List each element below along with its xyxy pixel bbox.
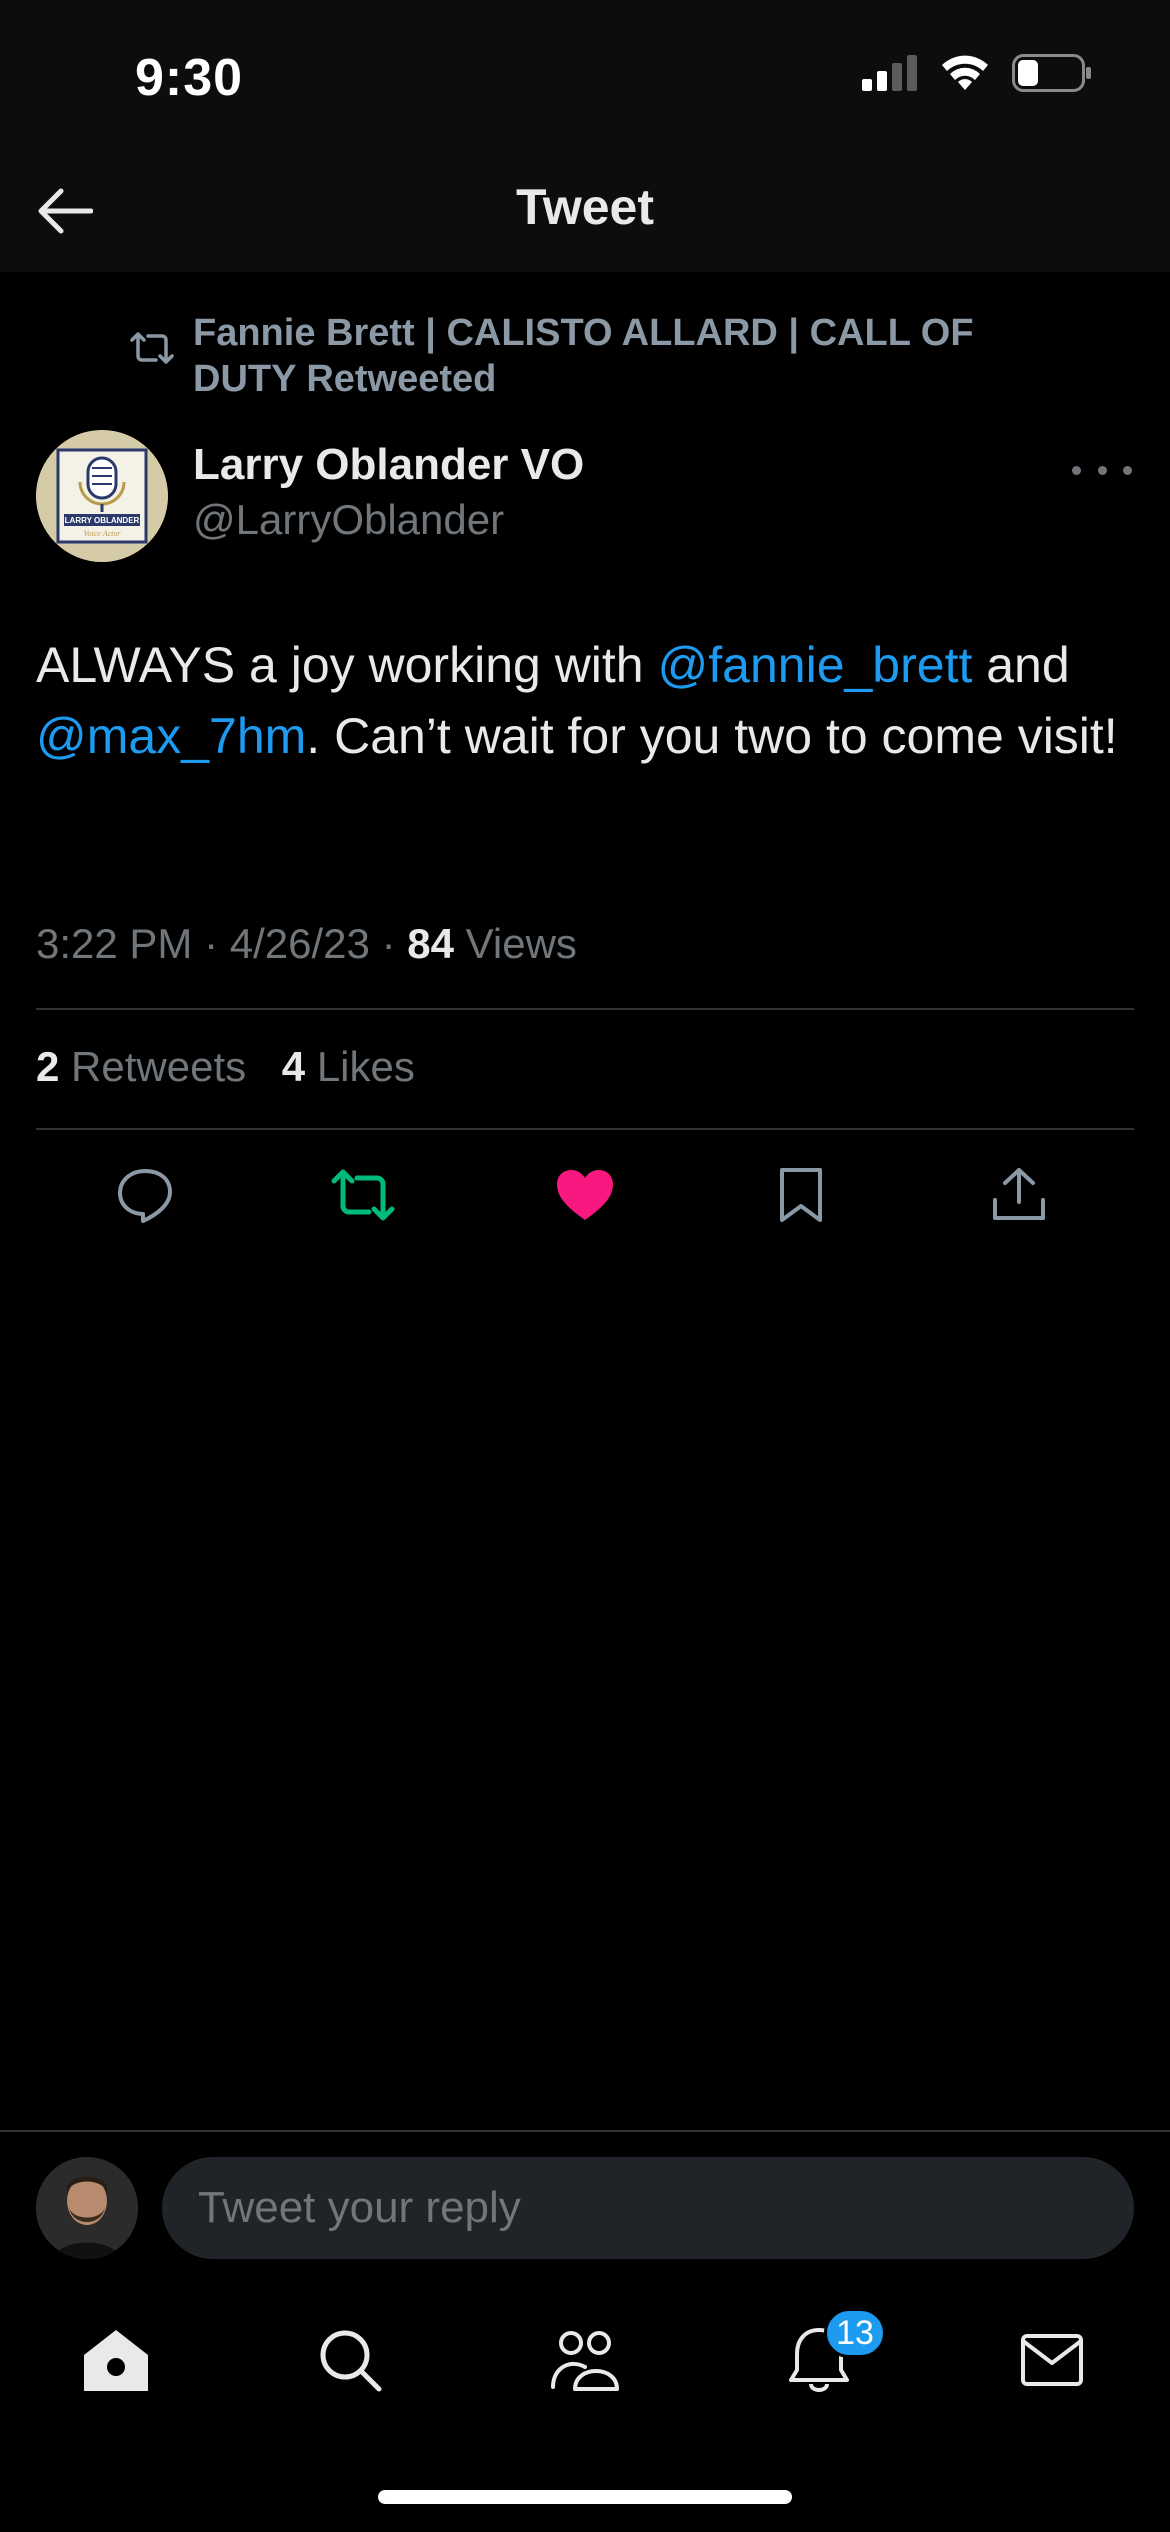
views-count[interactable]: 84 <box>407 920 454 967</box>
more-dot-icon <box>1123 465 1132 475</box>
user-photo-image <box>36 2157 138 2259</box>
nav-search[interactable] <box>310 2320 390 2400</box>
status-bar: 9:30 <box>0 0 1170 150</box>
status-time: 9:30 <box>135 49 244 107</box>
tweet-meta: 3:22 PM · 4/26/23 · 84 Views <box>36 920 577 968</box>
likes-label[interactable]: Likes <box>317 1043 415 1090</box>
current-user-avatar[interactable] <box>36 2157 138 2259</box>
search-icon <box>320 2330 382 2392</box>
logo-avatar-image: LARRY OBLANDER Voice Actor <box>36 430 168 562</box>
reply-bar <box>0 2130 1170 2280</box>
signal-icon <box>862 55 917 91</box>
nav-home[interactable] <box>76 2320 156 2400</box>
communities-icon <box>551 2331 619 2391</box>
heart-icon <box>557 1170 613 1220</box>
page-title: Tweet <box>516 179 654 235</box>
tweet-date: 4/26/23 <box>229 920 370 967</box>
divider <box>36 1008 1134 1010</box>
meta-separator: · <box>381 920 396 967</box>
retweet-button[interactable] <box>328 1160 398 1230</box>
svg-text:LARRY OBLANDER: LARRY OBLANDER <box>65 516 140 525</box>
author-name[interactable]: Larry Oblander VO <box>193 440 584 490</box>
home-icon <box>84 2330 148 2391</box>
divider <box>36 1128 1134 1130</box>
status-icons <box>862 54 1092 92</box>
reply-button[interactable] <box>110 1160 180 1230</box>
retweet-context-label: Fannie Brett | CALISTO ALLARD | CALL OF … <box>193 312 974 400</box>
reply-icon <box>118 1169 172 1223</box>
wifi-icon <box>942 55 988 90</box>
tweet-text-part: . Can’t wait for you two to come visit! <box>306 708 1118 764</box>
retweets-label[interactable]: Retweets <box>71 1043 246 1090</box>
mention-link[interactable]: @fannie_brett <box>658 637 973 693</box>
retweet-icon <box>130 332 174 364</box>
messages-icon <box>1021 2334 1083 2386</box>
svg-text:Voice Actor: Voice Actor <box>84 529 122 538</box>
mention-link[interactable]: @max_7hm <box>36 708 306 764</box>
author-handle[interactable]: @LarryOblander <box>193 496 504 544</box>
like-button[interactable] <box>550 1160 620 1230</box>
nav-communities[interactable] <box>545 2320 625 2400</box>
bookmark-button[interactable] <box>766 1160 836 1230</box>
author-avatar[interactable]: LARRY OBLANDER Voice Actor <box>36 430 168 562</box>
tweet-actions <box>36 1160 1134 1230</box>
likes-count[interactable]: 4 <box>282 1043 305 1090</box>
retweet-icon <box>331 1169 395 1221</box>
views-label[interactable]: Views <box>466 920 577 967</box>
reply-input[interactable] <box>162 2157 1134 2259</box>
share-icon <box>993 1168 1045 1220</box>
meta-separator: · <box>204 920 219 967</box>
tweet-time: 3:22 PM <box>36 920 193 967</box>
more-dot-icon <box>1097 465 1107 475</box>
tweet-text-part: and <box>972 637 1070 693</box>
tweet-text-part: ALWAYS a joy working with <box>36 637 658 693</box>
notifications-badge: 13 <box>824 2308 886 2358</box>
tweet-stats: 2 Retweets 4 Likes <box>36 1043 415 1091</box>
home-indicator[interactable] <box>378 2490 792 2504</box>
bookmark-icon <box>780 1168 822 1222</box>
more-options-button[interactable] <box>1072 455 1132 485</box>
more-dot-icon <box>1072 465 1081 475</box>
retweets-count[interactable]: 2 <box>36 1043 59 1090</box>
share-button[interactable] <box>984 1160 1054 1230</box>
battery-icon <box>1012 54 1091 92</box>
tweet-text: ALWAYS a joy working with @fannie_brett … <box>36 630 1136 772</box>
top-header: Tweet <box>0 150 1170 272</box>
nav-messages[interactable] <box>1012 2320 1092 2400</box>
